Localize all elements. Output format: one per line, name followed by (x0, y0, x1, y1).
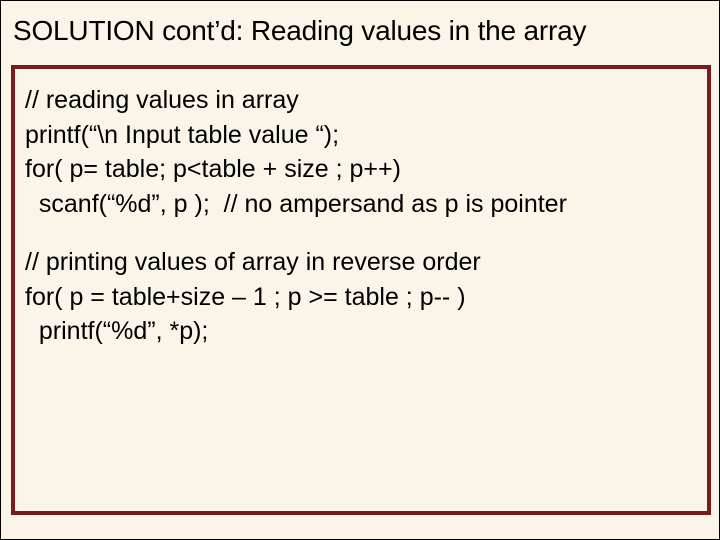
code-box: // reading values in array printf(“\n In… (11, 65, 711, 515)
slide: SOLUTION cont’d: Reading values in the a… (1, 1, 720, 540)
title-text-1: SOLUTION (13, 15, 162, 46)
code-comment-read: // reading values in array (25, 83, 697, 118)
code-for-read: for( p= table; p<table + size ; p++) (25, 152, 697, 187)
spacer (25, 221, 697, 245)
title-contd: cont’d: (162, 15, 243, 46)
slide-title: SOLUTION cont’d: Reading values in the a… (1, 11, 720, 57)
code-printf-value: printf(“%d”, *p); (25, 314, 697, 349)
title-text-2: Reading values in the array (243, 15, 586, 46)
code-comment-print: // printing values of array in reverse o… (25, 245, 697, 280)
code-printf-prompt: printf(“\n Input table value “); (25, 118, 697, 153)
code-scanf: scanf(“%d”, p ); // no ampersand as p is… (25, 187, 697, 222)
code-for-print: for( p = table+size – 1 ; p >= table ; p… (25, 280, 697, 315)
